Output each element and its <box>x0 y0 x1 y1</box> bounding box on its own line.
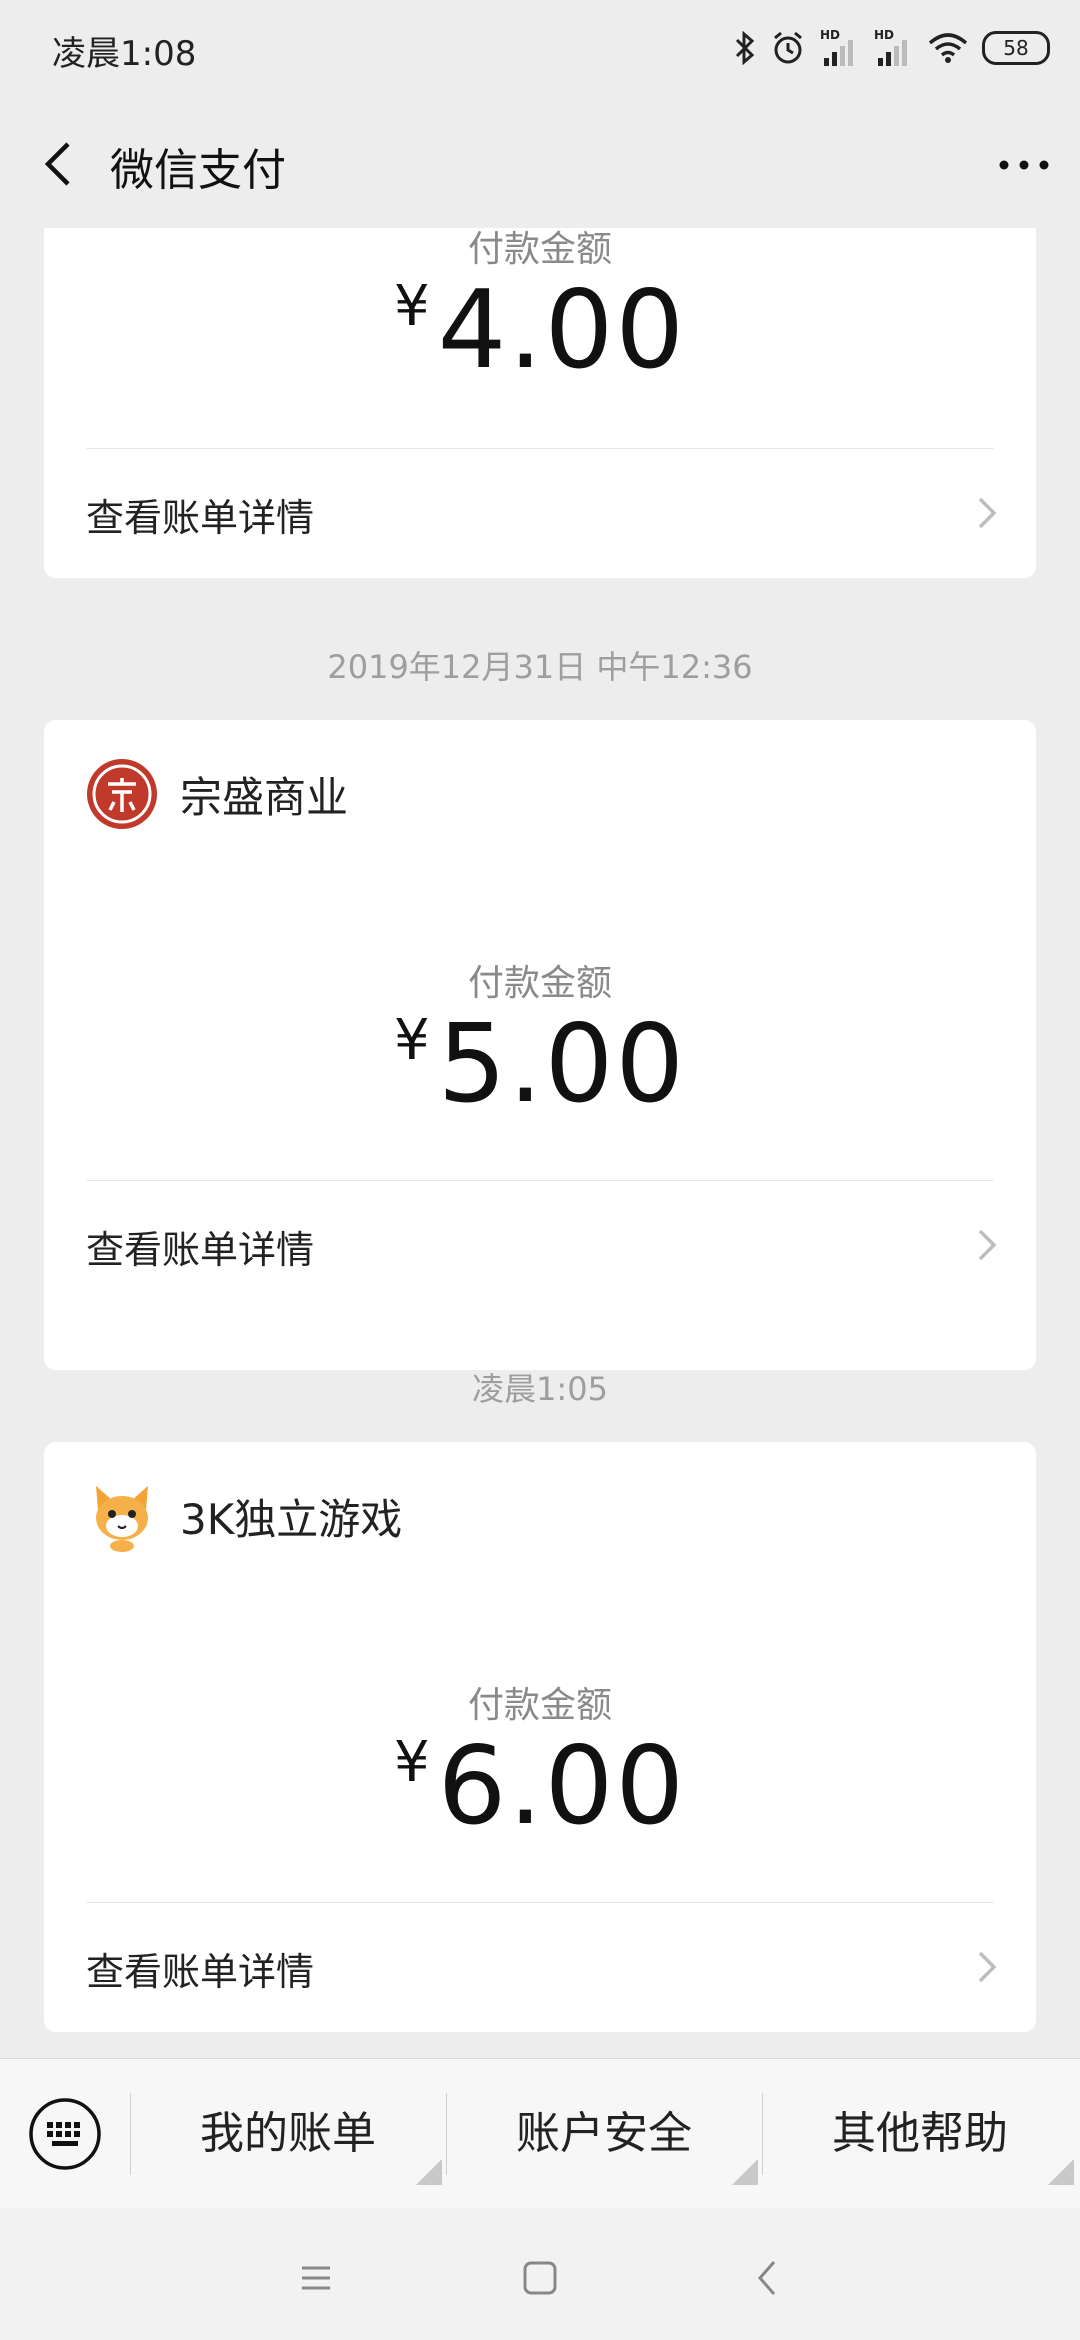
bluetooth-icon <box>735 31 755 65</box>
chevron-right-icon <box>978 1229 997 1261</box>
signal-hd-icon: HD <box>820 28 853 66</box>
merchant-header[interactable]: 宗盛商业 <box>86 758 348 830</box>
title-bar: 微信支付 <box>0 100 1080 228</box>
status-time: 凌晨1:08 <box>52 34 197 74</box>
official-account-menu: 我的账单 账户安全 其他帮助 <box>0 2058 1080 2209</box>
menu-item-label: 账户安全 <box>516 2108 692 2159</box>
submenu-indicator <box>1048 2159 1074 2185</box>
more-dots-icon[interactable] <box>994 140 1054 190</box>
payment-amount: ¥4.00 <box>44 268 1036 393</box>
menu-item-label: 其他帮助 <box>832 2108 1008 2159</box>
status-icons: HD HD 58 <box>734 26 1050 70</box>
amount-value: 5.00 <box>437 1002 687 1127</box>
payment-card: 付款金额 ¥4.00 查看账单详情 <box>44 228 1036 578</box>
system-nav-bar <box>0 2208 1080 2340</box>
chevron-left-icon[interactable] <box>30 132 90 196</box>
submenu-indicator <box>732 2159 758 2185</box>
amount-value: 6.00 <box>437 1724 687 1849</box>
amount-label: 付款金额 <box>467 963 612 1004</box>
chevron-right-icon <box>978 1951 997 1983</box>
menu-account-security[interactable]: 账户安全 <box>446 2089 762 2185</box>
payment-amount: ¥5.00 <box>44 1002 1036 1127</box>
wifi-icon <box>928 33 968 63</box>
payment-amount: ¥6.00 <box>44 1724 1036 1849</box>
battery-icon: 58 <box>982 31 1050 65</box>
status-bar: 凌晨1:08 HD HD 58 <box>0 0 1080 100</box>
view-bill-details-link[interactable]: 查看账单详情 <box>44 1903 1036 2031</box>
amount-label: 付款金额 <box>467 1685 612 1726</box>
menu-my-bills[interactable]: 我的账单 <box>130 2089 446 2185</box>
merchant-name: 3K独立游戏 <box>180 1494 403 1544</box>
amount-label: 付款金额 <box>467 229 612 270</box>
merchant-name: 宗盛商业 <box>180 772 349 822</box>
view-bill-details-label: 查看账单详情 <box>86 496 315 540</box>
menu-item-label: 我的账单 <box>200 2108 376 2159</box>
payment-card: 宗盛商业 付款金额 ¥5.00 查看账单详情 <box>44 720 1036 1370</box>
signal-hd-icon: HD <box>874 28 907 66</box>
view-bill-details-label: 查看账单详情 <box>86 1228 315 1272</box>
message-timestamp: 2019年12月31日 中午12:36 <box>327 648 753 686</box>
currency-symbol: ¥ <box>393 1730 430 1795</box>
keyboard-icon[interactable] <box>28 2097 102 2171</box>
view-bill-details-link[interactable]: 查看账单详情 <box>44 449 1036 577</box>
svg-text:HD: HD <box>820 28 840 42</box>
home-icon[interactable] <box>510 2248 570 2308</box>
back-icon[interactable] <box>738 2248 798 2308</box>
payment-card: 3K独立游戏 付款金额 ¥6.00 查看账单详情 <box>44 1442 1036 2032</box>
chevron-right-icon <box>978 497 997 529</box>
menu-other-help[interactable]: 其他帮助 <box>762 2089 1078 2185</box>
message-timestamp: 凌晨1:05 <box>472 1370 608 1408</box>
message-list[interactable]: 付款金额 ¥4.00 查看账单详情 2019年12月31日 中午12:36 宗盛… <box>0 228 1080 2058</box>
submenu-indicator <box>416 2159 442 2185</box>
view-bill-details-link[interactable]: 查看账单详情 <box>44 1181 1036 1309</box>
view-bill-details-label: 查看账单详情 <box>86 1950 315 1994</box>
currency-symbol: ¥ <box>393 274 430 339</box>
merchant-logo <box>87 759 157 829</box>
page-title: 微信支付 <box>110 145 286 196</box>
merchant-header[interactable]: 3K独立游戏 <box>86 1480 402 1552</box>
menu-icon[interactable] <box>286 2248 346 2308</box>
merchant-logo <box>96 1486 148 1552</box>
currency-symbol: ¥ <box>393 1008 430 1073</box>
svg-text:HD: HD <box>874 28 894 42</box>
amount-value: 4.00 <box>437 268 687 393</box>
alarm-icon <box>774 31 802 64</box>
